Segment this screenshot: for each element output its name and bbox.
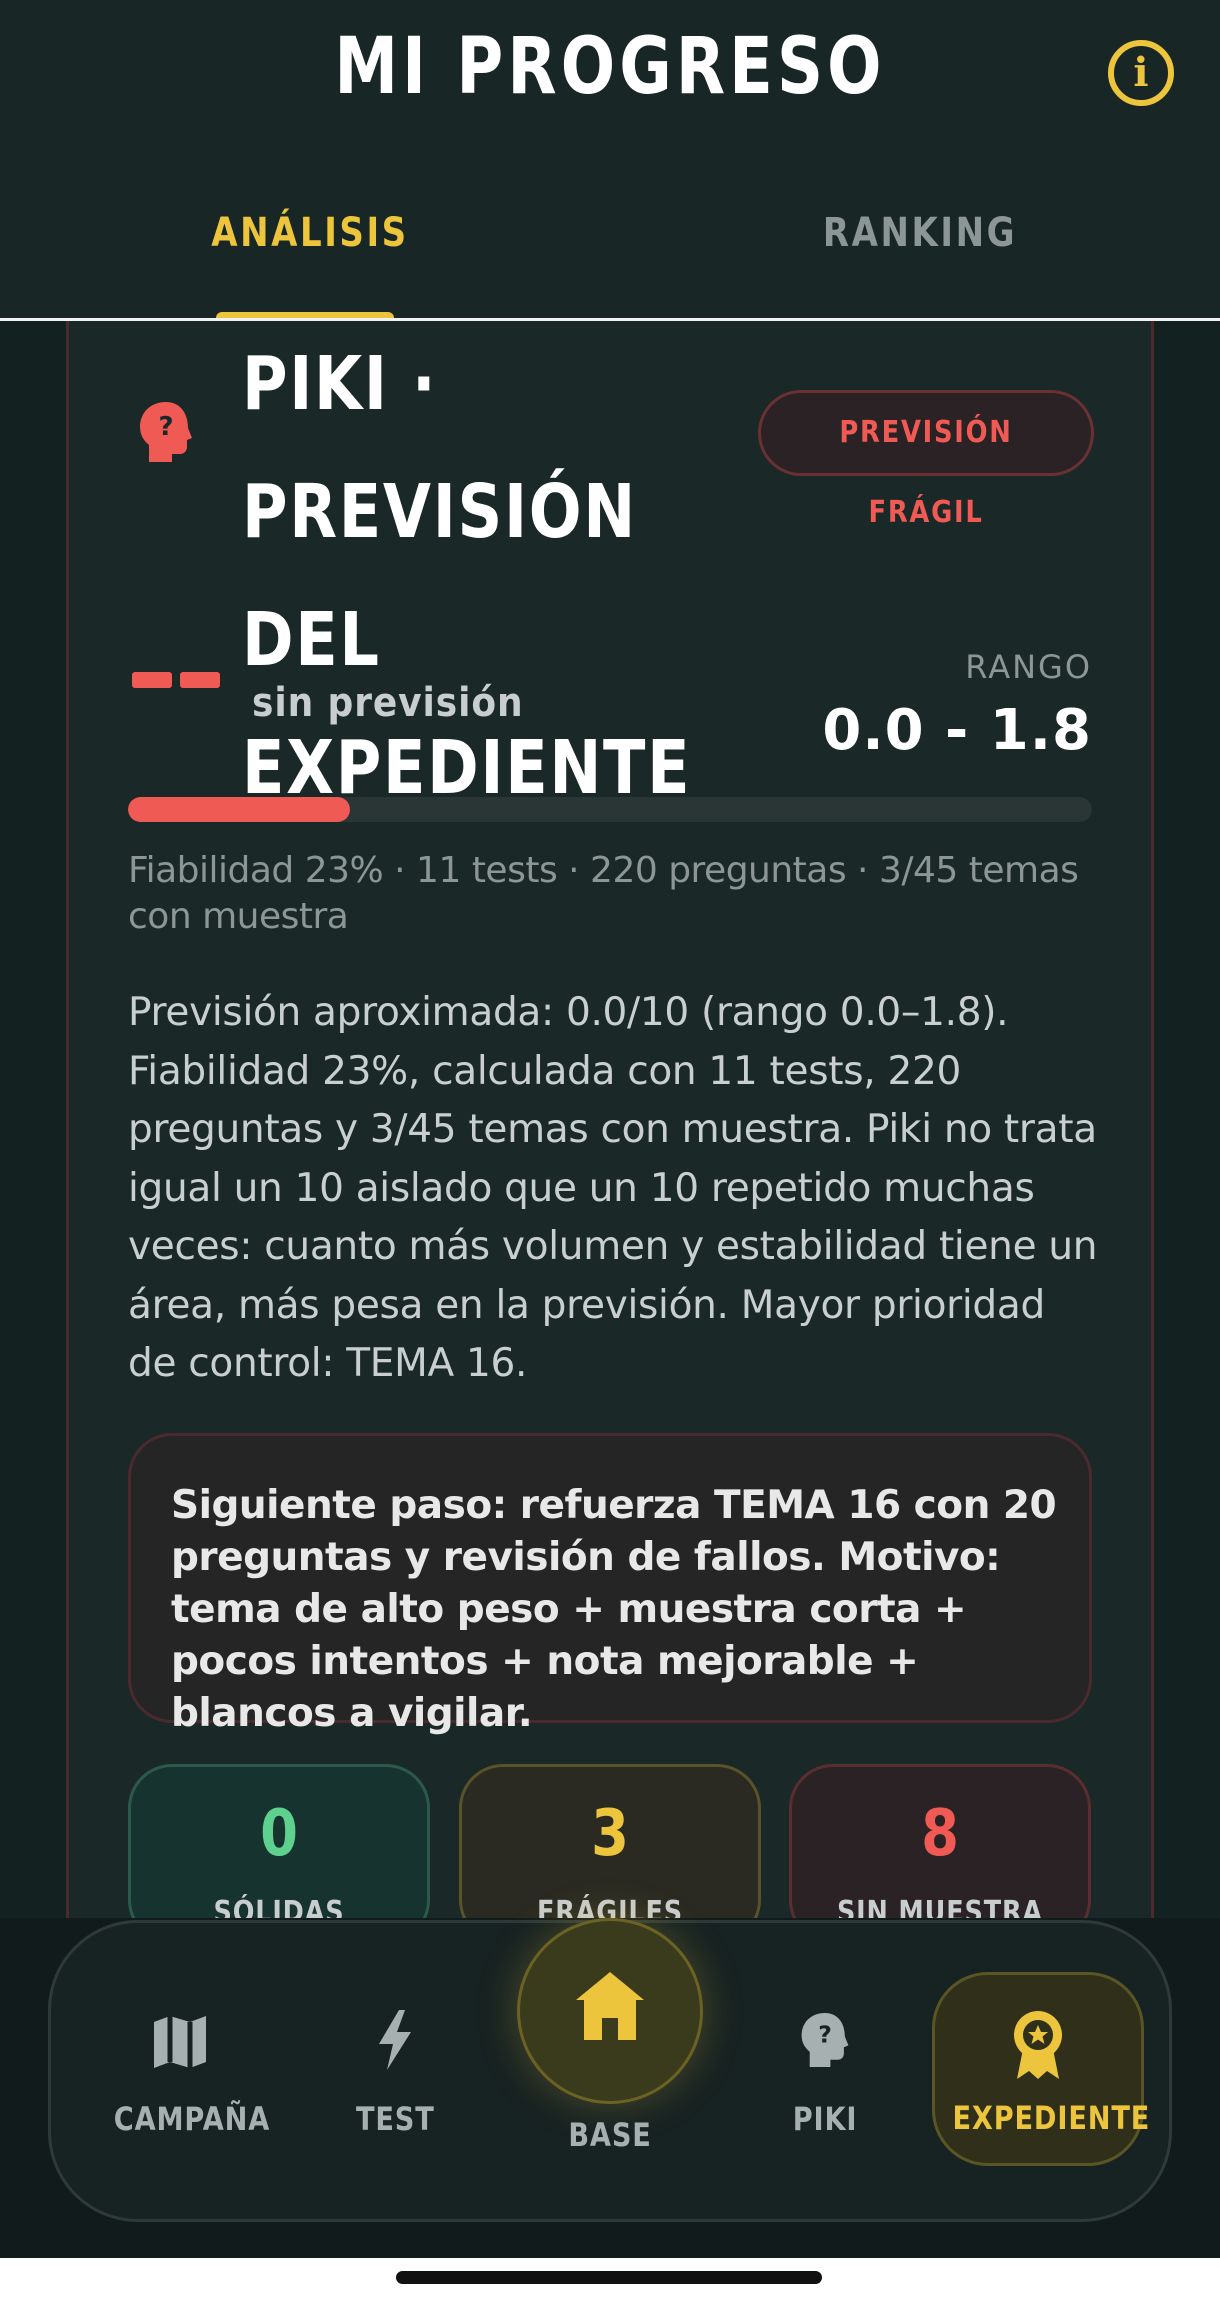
head-question-icon: ? bbox=[140, 402, 192, 462]
stat-sin-muestra[interactable]: 8 SIN MUESTRA bbox=[789, 1764, 1091, 1944]
range-value: 0.0 - 1.8 bbox=[822, 698, 1092, 763]
app-header: MI PROGRESO i ANÁLISIS RANKING bbox=[0, 0, 1220, 322]
stats-line: Fiabilidad 23% · 11 tests · 220 pregunta… bbox=[128, 850, 1079, 937]
award-medal-icon bbox=[1014, 2011, 1062, 2079]
stat-solidas[interactable]: 0 SÓLIDAS bbox=[128, 1764, 430, 1944]
status-badge: PREVISIÓN FRÁGIL bbox=[758, 390, 1094, 530]
nav-test-label: TEST bbox=[355, 2100, 435, 2138]
nav-campana[interactable]: CAMPAÑA bbox=[100, 2006, 271, 2146]
status-badge-label: PREVISIÓN FRÁGIL bbox=[839, 415, 1013, 530]
nav-piki-label: PIKI bbox=[792, 2100, 858, 2138]
stat-fragiles-value: 3 bbox=[591, 1797, 629, 1871]
forecast-label: sin previsión bbox=[252, 680, 524, 726]
nav-expediente-label: EXPEDIENTE bbox=[952, 2099, 1151, 2137]
no-forecast-dash bbox=[180, 672, 220, 688]
page-title: MI PROGRESO bbox=[334, 22, 886, 112]
nav-piki[interactable]: ? PIKI bbox=[760, 2006, 890, 2146]
info-icon[interactable]: i bbox=[1108, 40, 1174, 106]
home-indicator[interactable] bbox=[396, 2271, 822, 2284]
next-step-box: Siguiente paso: refuerza TEMA 16 con 20 … bbox=[128, 1433, 1092, 1736]
no-forecast-dash bbox=[132, 672, 172, 688]
nav-campana-label: CAMPAÑA bbox=[113, 2100, 271, 2138]
svg-text:?: ? bbox=[158, 412, 173, 442]
card-title-line1: PIKI · PREVISIÓN bbox=[242, 341, 638, 555]
reliability-progress-bar bbox=[128, 797, 1092, 822]
map-icon bbox=[154, 2016, 206, 2068]
tab-ranking[interactable]: RANKING bbox=[818, 210, 1022, 256]
stat-solidas-value: 0 bbox=[260, 1797, 298, 1871]
home-icon bbox=[576, 1972, 644, 2040]
range-title: RANGO bbox=[965, 648, 1092, 686]
nav-expediente[interactable]: EXPEDIENTE bbox=[932, 1972, 1151, 2166]
tab-analisis[interactable]: ANÁLISIS bbox=[208, 210, 412, 256]
nav-base-label: BASE bbox=[568, 2116, 652, 2154]
nav-test[interactable]: TEST bbox=[330, 2006, 460, 2146]
svg-text:?: ? bbox=[818, 2021, 832, 2049]
forecast-summary: Previsión aproximada: 0.0/10 (rango 0.0–… bbox=[128, 990, 1098, 1386]
stat-fragiles[interactable]: 3 FRÁGILES bbox=[459, 1764, 761, 1944]
next-step-text: Siguiente paso: refuerza TEMA 16 con 20 … bbox=[171, 1483, 1057, 1736]
reliability-progress-fill bbox=[128, 797, 350, 822]
lightning-icon bbox=[379, 2010, 411, 2070]
head-question-icon: ? bbox=[801, 2013, 849, 2067]
card-title: PIKI · PREVISIÓN DEL EXPEDIENTE bbox=[242, 320, 712, 832]
stat-sin-muestra-value: 8 bbox=[921, 1797, 959, 1871]
